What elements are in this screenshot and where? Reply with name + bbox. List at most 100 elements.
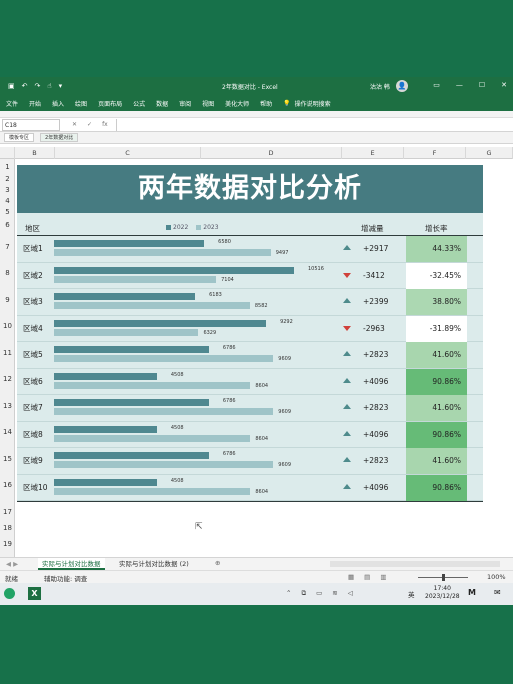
row-header-19[interactable]: 19 xyxy=(0,540,15,548)
start-icon[interactable] xyxy=(4,588,15,599)
region-label: 区域3 xyxy=(23,297,43,306)
zoom-slider-knob[interactable] xyxy=(442,574,445,581)
page-break-view-icon[interactable]: ▥ xyxy=(380,573,386,581)
name-box[interactable]: C18 xyxy=(2,118,60,131)
sheet-tab-active[interactable]: 实际与计划对比数据 xyxy=(38,558,105,570)
delta-value: -2963 xyxy=(363,323,385,333)
horizontal-scrollbar[interactable] xyxy=(330,561,500,567)
clock-time: 17:40 xyxy=(433,585,451,592)
trend-up-icon xyxy=(343,404,351,409)
tab-data[interactable]: 数据 xyxy=(156,99,168,108)
sheet-nav-arrows-icon[interactable]: ◀ ▶ xyxy=(6,560,18,568)
header-region: 地区 xyxy=(25,224,40,233)
excel-taskbar-icon[interactable]: X xyxy=(28,587,41,600)
row-header-8[interactable]: 8 xyxy=(0,269,15,277)
region-label: 区域9 xyxy=(23,456,43,465)
row-header-12[interactable]: 12 xyxy=(0,375,15,383)
row-header-16[interactable]: 16 xyxy=(0,481,15,489)
worksheet-grid[interactable]: 两年数据对比分析 地区 2022 2023 增减量 增长率 区域1 6580 949… xyxy=(15,159,513,557)
status-ready: 就绪 xyxy=(5,575,18,583)
row-header-18[interactable]: 18 xyxy=(0,524,15,532)
wifi-icon[interactable]: ≋ xyxy=(332,589,337,598)
tab-draw[interactable]: 绘图 xyxy=(75,99,87,108)
table-row: 区域10 4508 8604 +4096 90.86% xyxy=(17,474,483,501)
minimize-icon[interactable]: — xyxy=(456,81,463,89)
row-header-17[interactable]: 17 xyxy=(0,508,15,516)
growth-rate-cell: 41.60% xyxy=(406,342,467,368)
tab-home[interactable]: 开始 xyxy=(29,99,41,108)
col-header-g[interactable]: G xyxy=(466,147,513,159)
row-header-13[interactable]: 13 xyxy=(0,402,15,410)
col-header-c[interactable]: C xyxy=(55,147,201,159)
tab-beautify[interactable]: 美化大师 xyxy=(225,99,249,108)
row-header-10[interactable]: 10 xyxy=(0,322,15,330)
ribbon-display-icon[interactable]: ▭ xyxy=(433,81,440,89)
bar-2023-value: 9609 xyxy=(278,409,292,415)
row-header-5[interactable]: 5 xyxy=(0,208,15,216)
clock[interactable]: 17:40 2023/12/28 xyxy=(425,585,460,601)
close-icon[interactable]: ✕ xyxy=(501,81,507,89)
notification-icon[interactable]: ✉ xyxy=(494,588,501,597)
row-header-11[interactable]: 11 xyxy=(0,349,15,357)
tab-file[interactable]: 文件 xyxy=(6,99,18,108)
col-header-e[interactable]: E xyxy=(342,147,404,159)
page-layout-view-icon[interactable]: ▤ xyxy=(364,573,370,581)
row-header-4[interactable]: 4 xyxy=(0,197,15,205)
volume-icon[interactable]: ◁ xyxy=(348,589,353,598)
save-icon[interactable]: ▣ xyxy=(8,82,15,90)
tab-view[interactable]: 视图 xyxy=(202,99,214,108)
screenshot-icon[interactable]: ⧉ xyxy=(301,589,306,598)
workbook-tab-templates[interactable]: 模板专区 xyxy=(4,133,35,142)
bar-2023 xyxy=(54,487,251,495)
accessibility-status[interactable]: 辅助功能: 调查 xyxy=(44,573,87,583)
region-label: 区域2 xyxy=(23,270,43,280)
touch-mode-icon[interactable]: ☝ xyxy=(47,82,51,90)
col-header-d[interactable]: D xyxy=(201,147,342,159)
growth-rate-cell: -32.45% xyxy=(406,262,467,289)
row-header-7[interactable]: 7 xyxy=(0,243,15,251)
background-band xyxy=(0,605,513,684)
legend-swatch-2023 xyxy=(196,225,202,230)
row-header-2[interactable]: 2 xyxy=(0,175,15,183)
tell-me-search[interactable]: 操作说明搜索 xyxy=(295,99,331,108)
mi-app-icon[interactable]: M xyxy=(468,588,476,597)
sheet-tab-copy[interactable]: 实际与计划对比数据 (2) xyxy=(116,558,192,570)
bar-2023-value: 8604 xyxy=(255,435,269,442)
redo-icon[interactable]: ↷ xyxy=(35,82,41,90)
add-sheet-icon[interactable]: ⊕ xyxy=(215,559,220,567)
row-header-3[interactable]: 3 xyxy=(0,186,15,194)
cancel-icon[interactable]: ✕ xyxy=(72,121,77,128)
excel-window: ▣ ↶ ↷ ☝ ▾ 2年数据对比 - Excel 沽沽 韩 👤 ▭ — ☐ ✕ … xyxy=(0,77,513,605)
formula-input[interactable] xyxy=(115,118,513,131)
normal-view-icon[interactable]: ▦ xyxy=(348,573,354,581)
chevron-up-icon[interactable]: ⌃ xyxy=(286,589,291,598)
enter-icon[interactable]: ✓ xyxy=(87,121,92,128)
col-header-f[interactable]: F xyxy=(404,147,466,159)
tab-insert[interactable]: 插入 xyxy=(52,99,64,108)
table-row: 区域6 4508 8604 +4096 90.86% xyxy=(17,368,483,395)
tab-formulas[interactable]: 公式 xyxy=(133,99,145,108)
tab-review[interactable]: 审阅 xyxy=(179,99,191,108)
customize-icon[interactable]: ▾ xyxy=(59,82,63,90)
collapsed-ribbon-strip xyxy=(0,111,513,118)
row-header-15[interactable]: 15 xyxy=(0,455,15,463)
workbook-tab-current[interactable]: 2年数据对比 xyxy=(40,133,79,142)
fx-icon[interactable]: fx xyxy=(102,121,108,128)
row-header-6[interactable]: 6 xyxy=(0,221,15,229)
select-all-corner[interactable] xyxy=(0,147,15,159)
maximize-icon[interactable]: ☐ xyxy=(479,81,485,89)
battery-icon[interactable]: ▭ xyxy=(316,589,322,598)
table-row: 区域5 6786 9609 +2823 41.60% xyxy=(17,342,483,369)
row-header-1[interactable]: 1 xyxy=(0,163,15,171)
row-header-14[interactable]: 14 xyxy=(0,428,15,436)
user-name[interactable]: 沽沽 韩 xyxy=(370,82,390,91)
avatar[interactable]: 👤 xyxy=(396,80,408,92)
bar-2023 xyxy=(54,434,251,442)
row-header-9[interactable]: 9 xyxy=(0,296,15,304)
tab-help[interactable]: 帮助 xyxy=(260,99,272,108)
col-header-b[interactable]: B xyxy=(15,147,55,159)
tab-page-layout[interactable]: 页面布局 xyxy=(98,99,122,108)
undo-icon[interactable]: ↶ xyxy=(22,82,28,90)
zoom-level[interactable]: 100% xyxy=(487,573,506,581)
input-language[interactable]: 英 xyxy=(408,589,415,599)
